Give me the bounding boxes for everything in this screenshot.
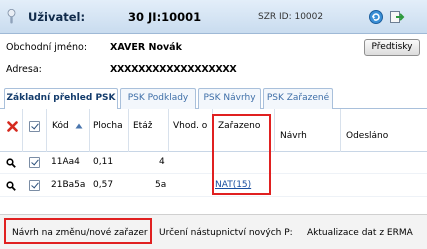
ji-value: 30 JI:10001	[128, 10, 202, 24]
row-checkbox[interactable]	[29, 157, 40, 168]
col-plocha-header[interactable]: Plocha	[93, 121, 123, 131]
col-navrh-header[interactable]: Návrh	[280, 131, 307, 141]
cell-plocha: 0,57	[93, 180, 114, 190]
header-bar: Uživatel: 30 JI:10001 SZR ID: 10002	[0, 0, 427, 34]
cell-kod: 21Ba5a	[51, 180, 86, 190]
col-kod-label: Kód	[52, 121, 69, 131]
col-etaz-header[interactable]: Etáž	[133, 121, 152, 131]
user-icon	[7, 9, 16, 24]
refresh-icon[interactable]	[368, 9, 384, 25]
address-label: Adresa:	[6, 64, 42, 75]
tab-psk-podklady[interactable]: PSK Podklady	[120, 88, 196, 109]
tab-psk-zarazene[interactable]: PSK Zařazené	[263, 88, 333, 109]
szr-value: 10002	[294, 12, 324, 22]
print-forms-button[interactable]: Předtisky	[364, 39, 420, 56]
tab-psk-navrhy[interactable]: PSK Návrhy	[198, 88, 261, 109]
magnifier-icon[interactable]	[6, 181, 16, 191]
user-label: Uživatel:	[28, 10, 86, 24]
col-kod-header[interactable]: Kód	[52, 121, 83, 131]
cell-kod: 11Aa4	[51, 157, 80, 167]
zarazeno-highlight	[212, 114, 271, 195]
urceni-nastupnictvi-button[interactable]: Určení nástupnictví nových P:	[159, 228, 293, 238]
navrh-button-highlight	[4, 218, 152, 244]
magnifier-icon[interactable]	[6, 158, 16, 168]
business-name-value: XAVER Novák	[110, 42, 182, 53]
cell-etaz: 5a	[155, 180, 167, 190]
col-vhod-header[interactable]: Vhod. o	[173, 121, 210, 131]
address-value: XXXXXXXXXXXXXXXXXX	[110, 64, 237, 75]
col-odeslano-header[interactable]: Odesláno	[346, 131, 388, 141]
szr-id: SZR ID: 10002	[258, 12, 323, 22]
tab-zakladni-prehled[interactable]: Základní přehled PSK	[4, 88, 118, 110]
cell-etaz: 4	[159, 157, 165, 167]
szr-label: SZR ID:	[258, 12, 292, 22]
exit-icon[interactable]	[389, 9, 405, 25]
cell-plocha: 0,11	[93, 157, 114, 167]
business-name-label: Obchodní jméno:	[6, 42, 88, 53]
sort-asc-icon	[75, 123, 83, 128]
row-checkbox[interactable]	[29, 180, 40, 191]
delete-icon[interactable]	[7, 121, 18, 132]
select-all-checkbox[interactable]	[29, 121, 40, 132]
aktualizace-erma-button[interactable]: Aktualizace dat z ERMA	[307, 228, 413, 238]
